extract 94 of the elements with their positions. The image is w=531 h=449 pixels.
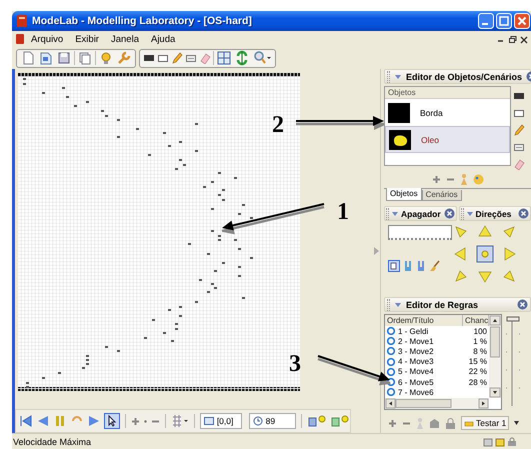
test-button[interactable]: Testar 1 xyxy=(461,416,510,430)
eraser-icon[interactable] xyxy=(513,158,525,170)
annotation-number: 3 xyxy=(289,352,301,376)
collapse-icon[interactable] xyxy=(466,210,474,218)
grid-icon[interactable] xyxy=(216,50,232,66)
panel-title: Direções xyxy=(476,208,512,218)
layers-icon[interactable] xyxy=(330,414,350,428)
rule-title[interactable]: 3 - Move2 xyxy=(398,346,434,356)
copy-icon[interactable] xyxy=(77,50,93,66)
palette-icon[interactable] xyxy=(472,174,484,184)
rule-title[interactable]: 1 - Geldi xyxy=(398,326,428,336)
rule-title[interactable]: 6 - Move5 xyxy=(398,378,434,387)
rectangle-icon[interactable] xyxy=(157,52,169,64)
object-item[interactable]: Oleo xyxy=(385,126,510,153)
rule-chance: 100 xyxy=(472,326,487,336)
vertical-scrollbar[interactable] xyxy=(489,315,501,398)
layers-icon[interactable] xyxy=(307,414,327,428)
object-item[interactable]: Borda xyxy=(385,99,510,126)
tab[interactable]: Cenários xyxy=(422,190,462,201)
close-icon[interactable] xyxy=(520,34,528,44)
rule-title[interactable]: 2 - Move1 xyxy=(398,336,434,346)
object-swatch xyxy=(388,102,410,122)
close-icon[interactable] xyxy=(517,299,528,310)
direction-pad[interactable] xyxy=(454,225,516,283)
first-frame-icon[interactable] xyxy=(19,414,33,428)
clock-icon xyxy=(252,416,263,426)
add-icon[interactable] xyxy=(432,174,440,184)
collapse-icon[interactable] xyxy=(391,210,399,218)
menu-item[interactable]: Exibir xyxy=(69,34,105,44)
object-swatch xyxy=(389,130,411,150)
field-icon[interactable] xyxy=(185,52,197,64)
app-icon xyxy=(16,14,28,28)
window-title: ModeLab - Modelling Laboratory - [OS-hard] xyxy=(32,15,253,27)
object-name: Oleo xyxy=(421,134,439,144)
select-tool-icon[interactable] xyxy=(388,260,400,272)
object-name: Borda xyxy=(420,108,443,118)
horizontal-scrollbar[interactable] xyxy=(385,398,489,409)
collapse-icon[interactable] xyxy=(394,300,402,308)
panel-title: Editor de Regras xyxy=(406,300,480,310)
add-icon[interactable] xyxy=(388,418,397,428)
filled-rectangle-icon[interactable] xyxy=(143,52,155,64)
pencil-icon[interactable] xyxy=(513,124,525,136)
rectangle-icon[interactable] xyxy=(513,107,525,119)
status-icon[interactable] xyxy=(507,436,517,446)
column-header[interactable]: Ordem/Título xyxy=(385,315,463,326)
app-icon xyxy=(15,33,25,45)
pencil-icon[interactable] xyxy=(171,52,183,64)
rule-title[interactable]: 4 - Move3 xyxy=(398,357,434,366)
panel-title: Editor de Objetos/Cenários xyxy=(406,72,522,82)
rule-chance: 22 % xyxy=(468,367,487,376)
broom-icon[interactable] xyxy=(429,260,441,272)
annotation-number: 2 xyxy=(272,113,284,137)
rule-chance: 8 % xyxy=(472,346,487,356)
menu-item[interactable]: Ajuda xyxy=(144,34,182,44)
menu-item[interactable]: Arquivo xyxy=(25,34,70,44)
cursor-icon[interactable] xyxy=(104,413,120,429)
close-icon[interactable] xyxy=(518,208,529,219)
brush-icon[interactable] xyxy=(416,260,426,272)
panel-title: Apagador xyxy=(401,208,442,218)
dropdown-caret-icon[interactable] xyxy=(514,421,520,425)
pause-icon[interactable] xyxy=(53,414,67,428)
open-file-icon[interactable] xyxy=(38,50,54,66)
rule-title[interactable]: 7 - Move6 xyxy=(398,388,434,397)
annotation-number: 1 xyxy=(337,200,349,224)
tab[interactable]: Objetos xyxy=(386,188,422,201)
rule-chance: 15 % xyxy=(468,357,487,366)
eraser-size-field[interactable] xyxy=(388,225,452,240)
zoom-icon[interactable] xyxy=(252,50,272,66)
position-icon xyxy=(204,416,214,426)
maximize-icon[interactable] xyxy=(496,13,512,29)
wrench-icon[interactable] xyxy=(116,50,132,66)
status-text: Velocidade Máxima xyxy=(13,436,92,446)
splitter-arrow-icon[interactable] xyxy=(374,247,379,255)
time-field[interactable]: 89 xyxy=(248,413,296,429)
refresh-icon[interactable] xyxy=(234,50,250,66)
rule-title[interactable]: 5 - Move4 xyxy=(398,367,434,376)
close-icon[interactable] xyxy=(444,208,454,219)
grid-dropdown-icon[interactable] xyxy=(170,414,189,428)
filled-rectangle-icon[interactable] xyxy=(513,90,525,102)
step-back-icon[interactable] xyxy=(36,414,50,428)
rule-chance: 1 % xyxy=(472,336,487,346)
brush-icon[interactable] xyxy=(403,260,413,272)
lock-icon[interactable] xyxy=(445,418,456,428)
play-icon[interactable] xyxy=(87,414,101,428)
collapse-icon[interactable] xyxy=(394,72,402,80)
add-icon[interactable] xyxy=(130,416,140,426)
grid-canvas[interactable] xyxy=(18,73,300,391)
restore-icon[interactable] xyxy=(508,34,517,44)
position-field[interactable]: [0,0] xyxy=(200,413,242,429)
column-header: Objetos xyxy=(385,87,510,99)
eraser-icon[interactable] xyxy=(199,52,211,64)
menu-item[interactable]: Janela xyxy=(104,34,145,44)
rule-chance: 28 % xyxy=(468,378,487,387)
field-icon[interactable] xyxy=(513,141,525,153)
